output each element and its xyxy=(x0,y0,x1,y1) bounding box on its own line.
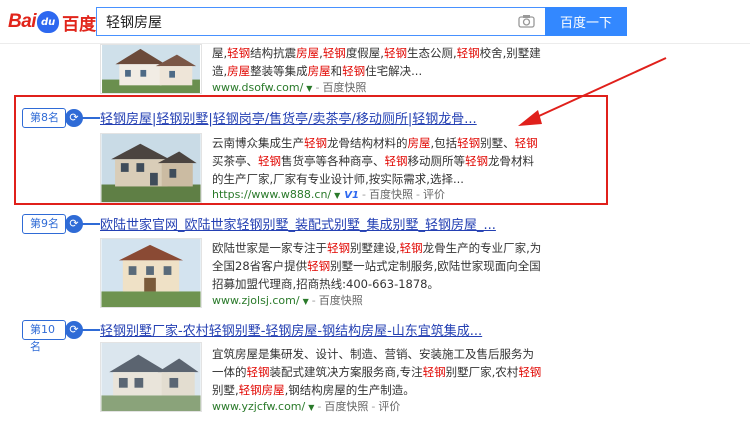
result-url[interactable]: www.zjolsj.com/ xyxy=(212,294,300,307)
dropdown-triangle-icon[interactable]: ▼ xyxy=(306,84,312,93)
result-url[interactable]: www.dsofw.com/ xyxy=(212,81,303,94)
search-header: Bai du 百度 百度一下 xyxy=(0,0,750,44)
result-meta: www.yzjcfw.com/▼ - 百度快照 - 评价 xyxy=(212,400,401,413)
search-button[interactable]: 百度一下 xyxy=(545,7,627,36)
result-thumbnail[interactable] xyxy=(100,342,202,412)
result-meta: www.dsofw.com/▼ - 百度快照 xyxy=(212,81,367,94)
highlight-box xyxy=(14,95,608,205)
baidu-logo[interactable]: Bai du 百度 xyxy=(8,10,97,35)
logo-bai-text: Bai xyxy=(8,11,37,32)
snapshot-link[interactable]: 百度快照 xyxy=(322,81,366,94)
result-thumbnail[interactable] xyxy=(100,238,202,308)
result-title-link[interactable]: 欧陆世家官网_欧陆世家轻钢别墅_装配式别墅_集成别墅_轻钢房屋_... xyxy=(100,214,496,233)
result-meta: www.zjolsj.com/▼ - 百度快照 xyxy=(212,294,363,307)
rating-link[interactable]: 评价 xyxy=(378,400,400,413)
result-description: 屋,轻钢结构抗震房屋,轻钢度假屋,轻钢生态公厕,轻钢校舍,别墅建造,房屋整装等集… xyxy=(212,46,541,78)
paw-icon: du xyxy=(37,11,60,33)
search-input[interactable] xyxy=(97,8,497,35)
logo-cn-text: 百度 xyxy=(62,14,97,35)
result-description: 欧陆世家是一家专注于轻钢别墅建设,轻钢龙骨生产的专业厂家,为全国28省客户提供轻… xyxy=(212,241,542,291)
rank-arrow-icon: ⟳ xyxy=(65,215,83,233)
result-url[interactable]: www.yzjcfw.com/ xyxy=(212,400,305,413)
rank-badge: 第10名 xyxy=(22,320,66,353)
search-box xyxy=(96,7,545,36)
snapshot-link[interactable]: 百度快照 xyxy=(319,294,363,307)
snapshot-link[interactable]: 百度快照 xyxy=(324,400,368,413)
camera-icon[interactable] xyxy=(518,14,535,28)
rank-arrow-icon: ⟳ xyxy=(65,321,83,339)
result-description: 宜筑房屋是集研发、设计、制造、营销、安装施工及售后服务为一体的轻钢装配式建筑决方… xyxy=(212,347,542,397)
rank-badge: 第9名 xyxy=(22,214,66,234)
dropdown-triangle-icon[interactable]: ▼ xyxy=(303,297,309,306)
result-thumbnail[interactable] xyxy=(100,44,202,94)
dropdown-triangle-icon[interactable]: ▼ xyxy=(308,403,314,412)
result-title-link[interactable]: 轻钢别墅厂家-农村轻钢别墅-轻钢房屋-钢结构房屋-山东宜筑集成... xyxy=(100,320,482,339)
